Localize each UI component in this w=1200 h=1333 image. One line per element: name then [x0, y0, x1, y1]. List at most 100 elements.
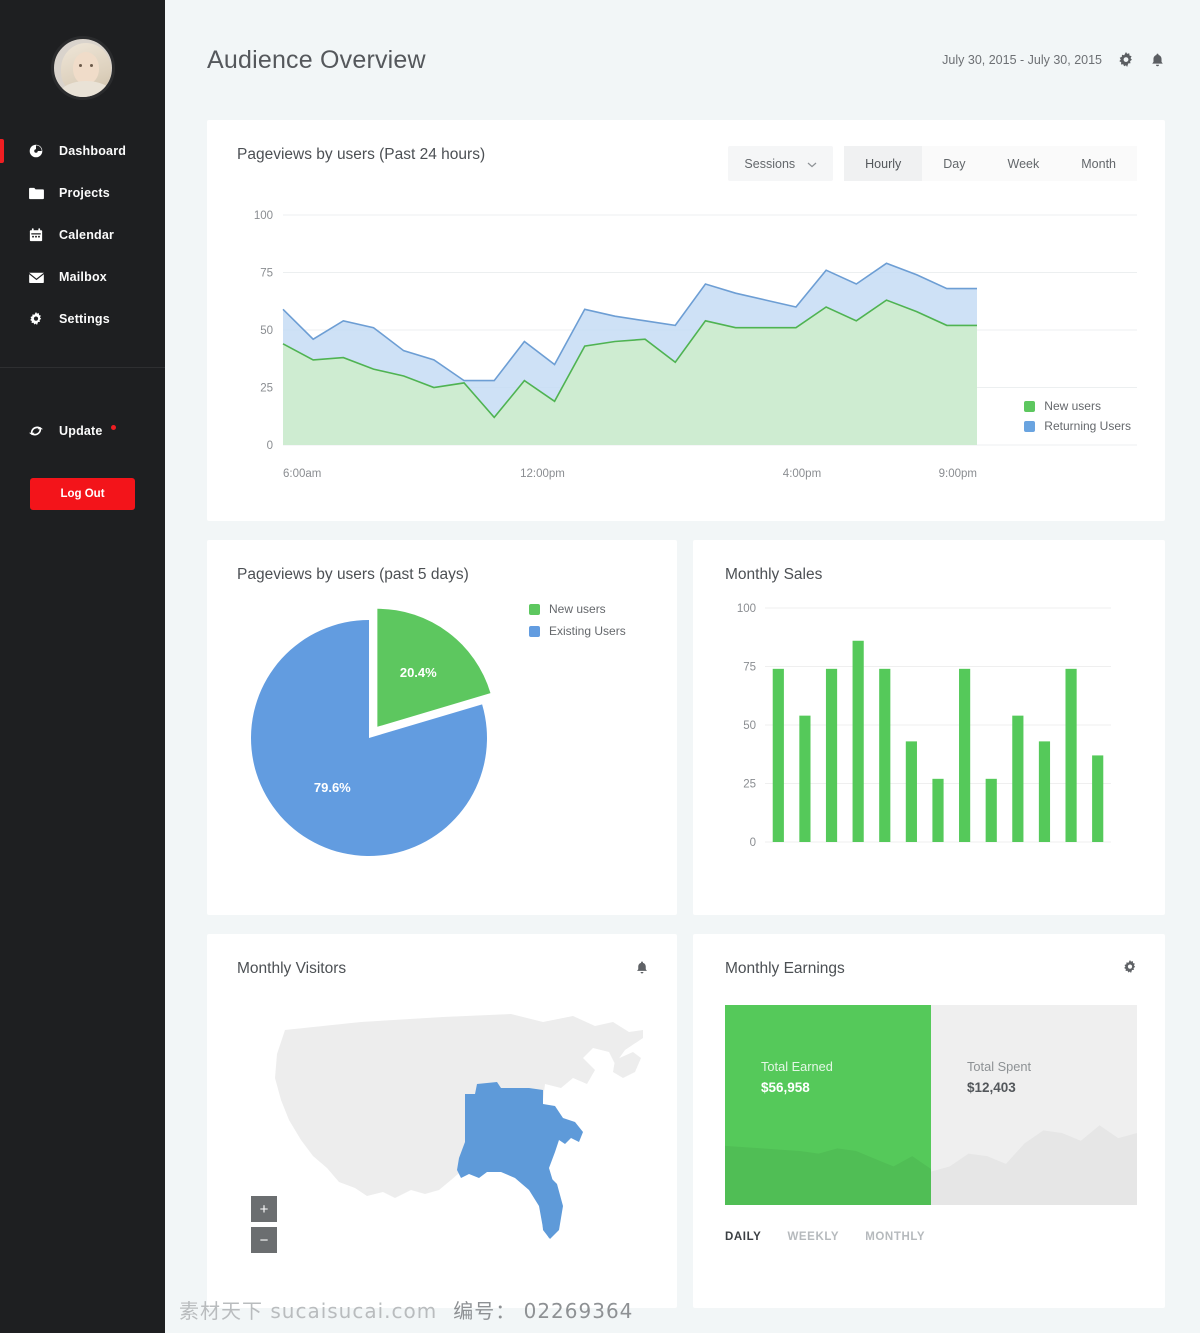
card-header: Pageviews by users (Past 24 hours) Sessi…: [237, 146, 1137, 181]
svg-text:75: 75: [743, 662, 756, 674]
bar[interactable]: [1065, 668, 1077, 842]
content-grid: Pageviews by users (Past 24 hours) Sessi…: [165, 120, 1200, 1308]
card-title: Pageviews by users (past 5 days): [237, 566, 469, 583]
topbar-right: July 30, 2015 - July 30, 2015: [942, 52, 1165, 68]
tab-monthly[interactable]: MONTHLY: [865, 1231, 925, 1243]
sidebar-divider: [0, 367, 165, 368]
sidebar-item-dashboard[interactable]: Dashboard: [0, 130, 165, 172]
update-badge-dot: [110, 424, 116, 430]
sidebar-item-mailbox[interactable]: Mailbox: [0, 256, 165, 298]
map-zoom-controls: + −: [251, 1196, 277, 1258]
bar[interactable]: [1012, 715, 1024, 842]
bar[interactable]: [985, 778, 997, 842]
pie-chart-legend: New users Existing Users: [529, 602, 626, 646]
sidebar-item-label: Dashboard: [59, 144, 127, 158]
bar[interactable]: [879, 668, 891, 842]
card-title: Monthly Earnings: [725, 960, 845, 977]
legend-item[interactable]: New users: [1024, 399, 1131, 413]
sidebar-item-settings[interactable]: Settings: [0, 298, 165, 340]
bar-chart-svg: 0 25 50 75 100: [737, 603, 1111, 849]
card-title: Monthly Sales: [725, 566, 823, 583]
us-map[interactable]: [243, 992, 677, 1262]
bar[interactable]: [932, 778, 944, 842]
tab-hourly[interactable]: Hourly: [844, 146, 923, 181]
chevron-down-icon: [807, 157, 817, 171]
bar[interactable]: [1092, 755, 1104, 842]
total-earned-label: Total Earned: [761, 1059, 833, 1074]
pageviews-5days-card: Pageviews by users (past 5 days) 20.4% 79…: [207, 540, 677, 915]
tab-weekly[interactable]: WEEKLY: [787, 1231, 839, 1243]
svg-text:12:00pm: 12:00pm: [520, 468, 565, 480]
date-range-label[interactable]: July 30, 2015 - July 30, 2015: [942, 53, 1102, 67]
map-zoom-out-button[interactable]: −: [251, 1227, 277, 1253]
sidebar-item-label: Projects: [59, 186, 110, 200]
sidebar-item-label: Mailbox: [59, 270, 107, 284]
legend-item[interactable]: Existing Users: [529, 624, 626, 638]
svg-text:75: 75: [260, 268, 273, 280]
sidebar-item-calendar[interactable]: Calendar: [0, 214, 165, 256]
gear-icon: [26, 312, 46, 326]
refresh-icon: [26, 424, 46, 438]
bar[interactable]: [825, 668, 838, 842]
gear-icon[interactable]: [1118, 52, 1134, 68]
sessions-select[interactable]: Sessions: [728, 146, 834, 181]
legend-swatch-returning-users: [1024, 420, 1036, 432]
map-zoom-in-button[interactable]: +: [251, 1196, 277, 1222]
topbar: Audience Overview July 30, 2015 - July 3…: [165, 0, 1200, 120]
bar[interactable]: [905, 741, 917, 842]
bell-icon[interactable]: [635, 960, 649, 980]
legend-label: New users: [1044, 399, 1101, 413]
bar[interactable]: [959, 668, 971, 842]
mail-icon: [26, 272, 46, 283]
card-header: Monthly Earnings: [725, 960, 1137, 979]
gear-icon[interactable]: [1123, 960, 1137, 979]
earnings-period-tabs: DAILY WEEKLY MONTHLY: [725, 1231, 1137, 1243]
legend-swatch-existing-users: [529, 625, 540, 637]
total-spent-value: $12,403: [967, 1080, 1016, 1095]
sidebar-item-update[interactable]: Update: [0, 410, 165, 452]
bar[interactable]: [772, 668, 784, 842]
calendar-icon: [26, 228, 46, 242]
sidebar-update-group: Update: [0, 410, 165, 452]
svg-text:79.6%: 79.6%: [314, 780, 351, 795]
svg-text:50: 50: [260, 325, 273, 337]
row-pie-bars: Pageviews by users (past 5 days) 20.4% 79…: [207, 540, 1165, 915]
tab-day[interactable]: Day: [922, 146, 987, 181]
bar[interactable]: [1038, 741, 1051, 842]
us-map-highlight-southeast: [457, 1082, 583, 1238]
total-earned-pane[interactable]: Total Earned $56,958: [725, 1005, 931, 1205]
area-chart-svg: 0 25 50 75 100 6:00am 12:00pm 4:00pm 9:00pm: [254, 210, 1137, 480]
avatar[interactable]: [50, 36, 115, 100]
pie-chart-svg: 20.4% 79.6%: [250, 608, 491, 856]
svg-text:100: 100: [737, 603, 756, 615]
svg-text:0: 0: [267, 440, 273, 452]
dashboard-app: Dashboard Projects Calendar Mailbox Sett…: [0, 0, 1200, 1333]
bell-icon[interactable]: [1150, 52, 1165, 68]
bar[interactable]: [852, 640, 864, 842]
legend-item[interactable]: New users: [529, 602, 626, 616]
legend-swatch-new-users: [1024, 400, 1036, 412]
legend-item[interactable]: Returning Users: [1024, 419, 1131, 433]
svg-text:20.4%: 20.4%: [400, 665, 437, 680]
tab-daily[interactable]: DAILY: [725, 1231, 761, 1243]
logout-container: Log Out: [0, 452, 165, 510]
legend-swatch-new-users: [529, 603, 540, 615]
total-earned-value: $56,958: [761, 1080, 810, 1095]
svg-text:0: 0: [750, 837, 756, 849]
svg-text:9:00pm: 9:00pm: [939, 468, 977, 480]
card-title: Monthly Visitors: [237, 960, 347, 977]
bar[interactable]: [799, 715, 811, 842]
sidebar-item-projects[interactable]: Projects: [0, 172, 165, 214]
sidebar-item-label: Update: [59, 424, 103, 438]
monthly-sales-card: Monthly Sales 0 25 50 75 100: [693, 540, 1165, 915]
area-chart-legend: New users Returning Users: [1024, 399, 1131, 439]
tab-week[interactable]: Week: [986, 146, 1061, 181]
sidebar-item-label: Settings: [59, 312, 110, 326]
sidebar: Dashboard Projects Calendar Mailbox Sett…: [0, 0, 165, 1333]
dashboard-icon: [26, 144, 46, 158]
tab-month[interactable]: Month: [1060, 146, 1137, 181]
spent-sparkline: [931, 1115, 1137, 1205]
total-spent-pane[interactable]: Total Spent $12,403: [931, 1005, 1137, 1205]
logout-button[interactable]: Log Out: [30, 478, 135, 510]
watermark-code: 编号： 02269364: [453, 1298, 634, 1323]
